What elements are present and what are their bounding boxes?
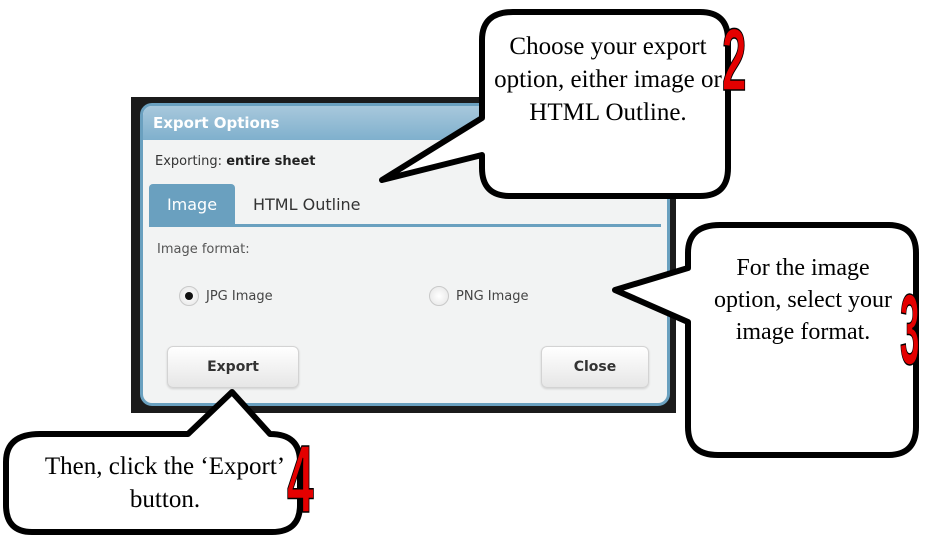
callout-text-2: Choose your export option, either image …: [494, 33, 722, 126]
callout-text-4: Then, click the ‘Export’ button.: [44, 453, 286, 513]
step-number-2: 2: [722, 10, 747, 109]
step-number-4: 4: [287, 426, 314, 533]
callout-text-3: For the image option, select your image …: [714, 255, 892, 345]
step-number-3: 3: [900, 274, 920, 386]
